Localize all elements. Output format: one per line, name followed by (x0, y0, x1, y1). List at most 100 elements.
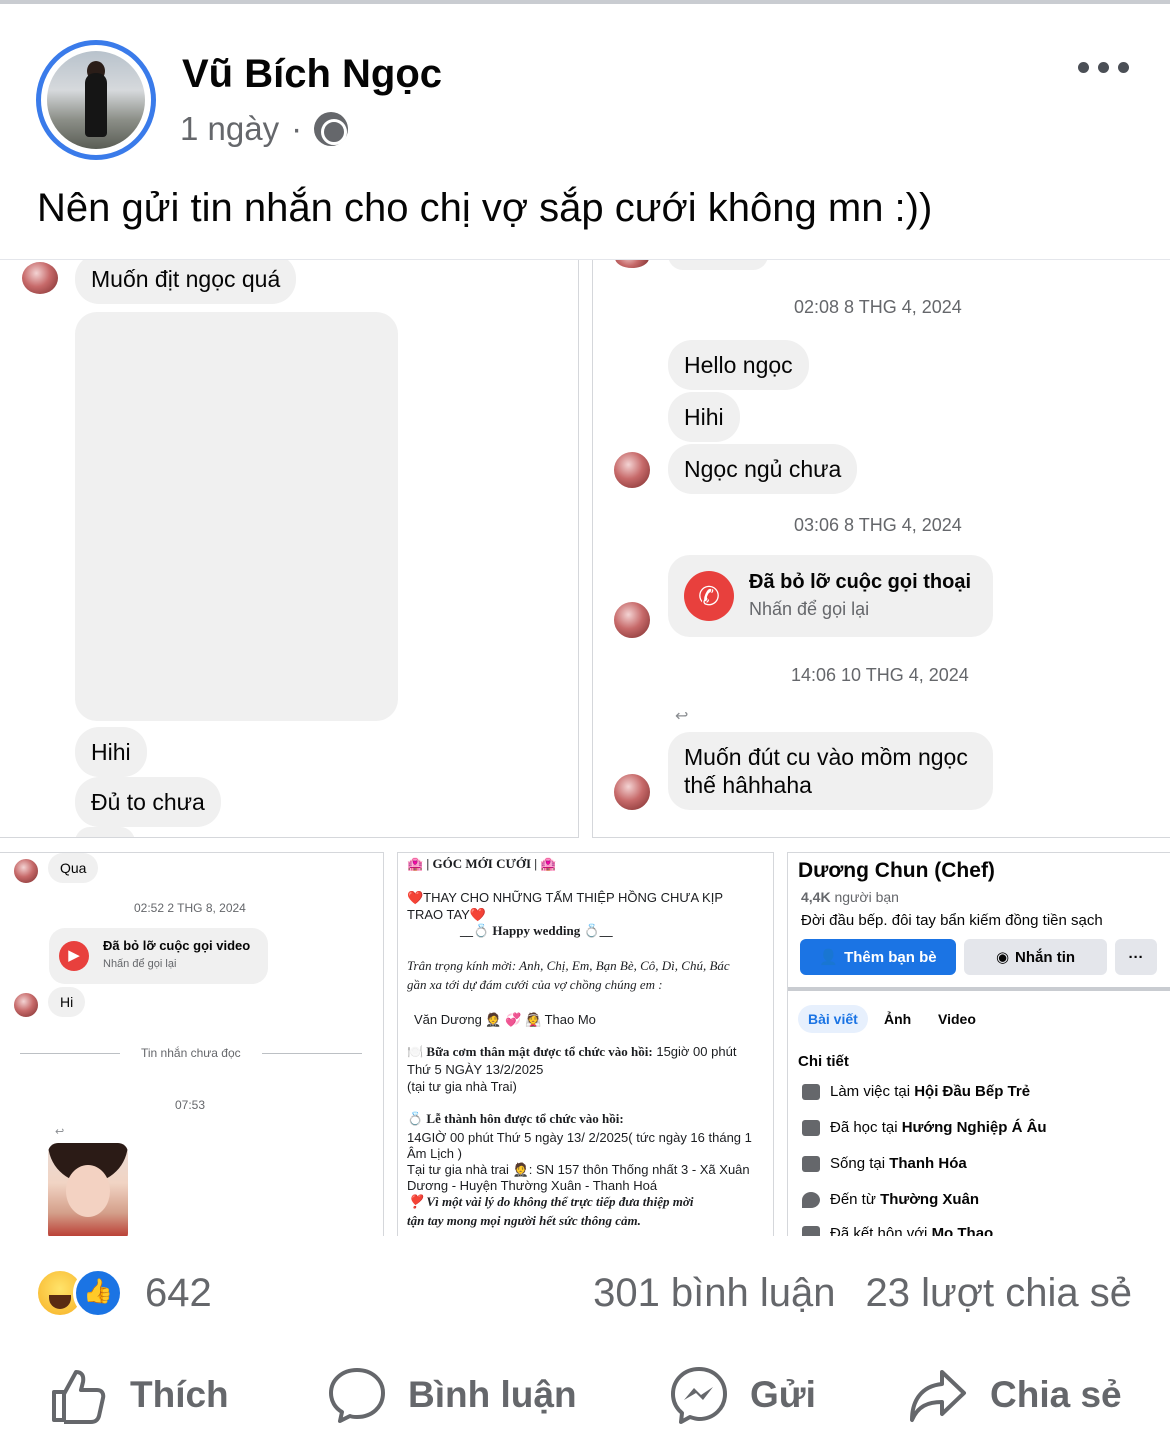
screenshot-panel-1[interactable]: Muốn địt ngọc quá Hihi Đủ to chưa (0, 260, 579, 838)
comment-button[interactable]: Bình luận (328, 1366, 577, 1424)
detail-value[interactable]: Mo Thao (932, 1225, 994, 1236)
reaction-count[interactable]: 642 (145, 1271, 212, 1316)
screenshot-panel-3[interactable]: Qua 02:52 2 THG 8, 2024 ▶ Đã bỏ lỡ cuộc … (0, 852, 384, 1236)
sender-avatar (20, 260, 60, 296)
invitation-line: Trân trọng kính mời: Anh, Chị, Em, Bạn B… (407, 958, 730, 973)
shares-count[interactable]: 23 lượt chia sẻ (866, 1271, 1132, 1316)
message-bubble: Đủ to chưa (75, 777, 221, 827)
missed-call-card[interactable]: ✆ Đã bỏ lỡ cuộc gọi thoại Nhấn để gọi lạ… (668, 555, 993, 637)
detail-from: Đến từ Thường Xuân (802, 1191, 979, 1208)
invitation-line: Thứ 5 NGÀY 13/2/2025 (407, 1062, 544, 1077)
timestamp: 02:52 2 THG 8, 2024 (134, 901, 246, 915)
call-subtitle: Nhấn để gọi lại (103, 958, 177, 970)
invitation-header: 🏩 | GÓC MỚI CƯỚI | 🏩 (407, 856, 557, 871)
sender-avatar (612, 450, 652, 490)
sender-avatar (612, 600, 652, 640)
comment-bubble-icon (329, 1368, 385, 1423)
divider (262, 1053, 362, 1054)
detail-married: Đã kết hôn với Mo Thao (802, 1225, 993, 1236)
tab-videos[interactable]: Video (928, 1005, 986, 1033)
message-bubble: Muốn địt ngọc quá (75, 260, 297, 304)
detail-value[interactable]: Thường Xuân (880, 1191, 979, 1208)
message-bubble: Hihi (75, 727, 147, 777)
detail-prefix: Đã kết hôn với (830, 1225, 932, 1236)
profile-panel[interactable]: Dương Chun (Chef) 4,4K người bạn Đời đầu… (787, 852, 1170, 1236)
wedding-invitation-panel[interactable]: 🏩 | GÓC MỚI CƯỚI | 🏩 ❤️THAY CHO NHỮNG TẤ… (397, 852, 774, 1236)
meta-separator: · (291, 110, 303, 147)
sender-avatar (12, 991, 40, 1019)
message-bubble: Hihi (668, 392, 740, 442)
briefcase-icon (802, 1083, 820, 1100)
share-label: Chia sẻ (990, 1374, 1122, 1415)
missed-video-icon: ▶ (59, 941, 89, 971)
engagement-stats: 301 bình luận 23 lượt chia sẻ (593, 1271, 1132, 1316)
detail-value[interactable]: Thanh Hóa (889, 1155, 967, 1172)
invitation-line: tận tay mong mọi người hết sức thông cảm… (407, 1213, 641, 1228)
timestamp: 14:06 10 THG 4, 2024 (791, 665, 969, 685)
post-meta: 1 ngày · (180, 110, 349, 148)
invitation-line: Âm Lịch ) (407, 1146, 462, 1161)
share-button[interactable]: Chia sẻ (908, 1366, 1122, 1424)
post-image-collage[interactable]: Muốn địt ngọc quá Hihi Đủ to chưa 02:08 … (0, 259, 1170, 1236)
detail-value[interactable]: Hội Đầu Bếp Trẻ (914, 1083, 1030, 1100)
post-time[interactable]: 1 ngày (180, 110, 279, 148)
profile-name: Dương Chun (Chef) (798, 859, 995, 882)
send-button[interactable]: Gửi (670, 1366, 816, 1424)
detail-study: Đã học tại Hướng Nghiệp Á Âu (802, 1119, 1047, 1136)
invitation-line: Văn Dương 🤵 💞 👰 Thao Mo (414, 1012, 596, 1027)
message-bubble: Hi (48, 987, 86, 1017)
missed-call-icon: ✆ (684, 571, 734, 621)
screenshot-panel-2[interactable]: 02:08 8 THG 4, 2024 Hello ngọc Hihi Ngọc… (592, 260, 1170, 838)
message-bubble: Qua (48, 853, 99, 883)
missed-video-call-card[interactable]: ▶ Đã bỏ lỡ cuộc gọi video Nhấn để gọi lạ… (49, 928, 268, 984)
tab-photos[interactable]: Ảnh (874, 1005, 921, 1033)
message-line: Muốn đút cu vào mồm ngọc (684, 744, 968, 770)
timestamp: 07:53 (175, 1098, 206, 1112)
sender-avatar (613, 260, 651, 270)
friends-count: 4,4K người bạn (801, 889, 899, 905)
invitation-line: ❣️ Vì một vài lý do không thể trực tiếp … (407, 1194, 694, 1209)
detail-work: Làm việc tại Hội Đầu Bếp Trẻ (802, 1083, 1030, 1100)
divider (20, 1053, 120, 1054)
author-name[interactable]: Vũ Bích Ngọc (182, 52, 442, 97)
location-pin-icon (802, 1191, 820, 1208)
timestamp: 03:06 8 THG 4, 2024 (794, 515, 962, 535)
message-button[interactable]: ◉ Nhắn tin (964, 939, 1107, 975)
top-divider (0, 0, 1170, 4)
invitation-line: Dương - Huyện Thường Xuân - Thanh Hoá (407, 1178, 658, 1193)
invitation-line: 🍽️ Bữa cơm thân mật được tổ chức vào hồi… (407, 1043, 767, 1060)
section-divider (788, 987, 1170, 991)
call-title: Đã bỏ lỡ cuộc gọi video (103, 938, 251, 953)
author-avatar[interactable] (47, 51, 145, 149)
call-subtitle: Nhấn để gọi lại (749, 599, 870, 619)
message-line: thế hâhhaha (684, 772, 812, 798)
like-button[interactable]: Thích (50, 1366, 229, 1424)
invitation-line: 14GIỜ 00 phút Thứ 5 ngày 13/ 2/2025( tức… (407, 1130, 752, 1145)
invitation-bold: 🍽️ Bữa cơm thân mật được tổ chức vào hồi… (407, 1044, 653, 1059)
invitation-line: (tại tư gia nhà Trai) (407, 1079, 517, 1094)
detail-value[interactable]: Hướng Nghiệp Á Âu (902, 1119, 1047, 1136)
messenger-icon (671, 1367, 727, 1424)
invitation-line: gần xa tới dự đám cưới của vợ chồng chún… (407, 977, 663, 992)
partial-bubble (75, 827, 135, 837)
reply-icon: ↩ (55, 1126, 65, 1138)
like-reaction-icon: 👍 (73, 1268, 123, 1318)
profile-bio: Đời đầu bếp. đôi tay bẩn kiếm đồng tiền … (801, 912, 1103, 929)
reaction-icons[interactable]: 👍 (35, 1268, 135, 1318)
friends-number: 4,4K (801, 889, 831, 905)
detail-prefix: Đã học tại (830, 1119, 902, 1136)
comments-count[interactable]: 301 bình luận (593, 1271, 835, 1316)
unread-label: Tin nhắn chưa đọc (141, 1046, 241, 1060)
call-title: Đã bỏ lỡ cuộc gọi thoại (749, 571, 972, 593)
invitation-text: 15giờ 00 phút (652, 1044, 737, 1059)
thumbs-up-icon (52, 1370, 106, 1424)
globe-icon (314, 112, 349, 146)
add-friend-button[interactable]: 👤 Thêm bạn bè (800, 939, 956, 975)
more-options-icon[interactable] (1078, 62, 1129, 73)
profile-more-button[interactable]: ··· (1115, 939, 1157, 975)
photo-thumbnail[interactable] (48, 1143, 128, 1236)
invitation-line: ❤️THAY CHO NHỮNG TẤM THIỆP HỒNG CHƯA KỊP (407, 890, 724, 905)
detail-prefix: Sống tại (830, 1155, 890, 1172)
add-friend-icon: 👤 (819, 949, 839, 966)
tab-posts[interactable]: Bài viết (798, 1005, 868, 1033)
